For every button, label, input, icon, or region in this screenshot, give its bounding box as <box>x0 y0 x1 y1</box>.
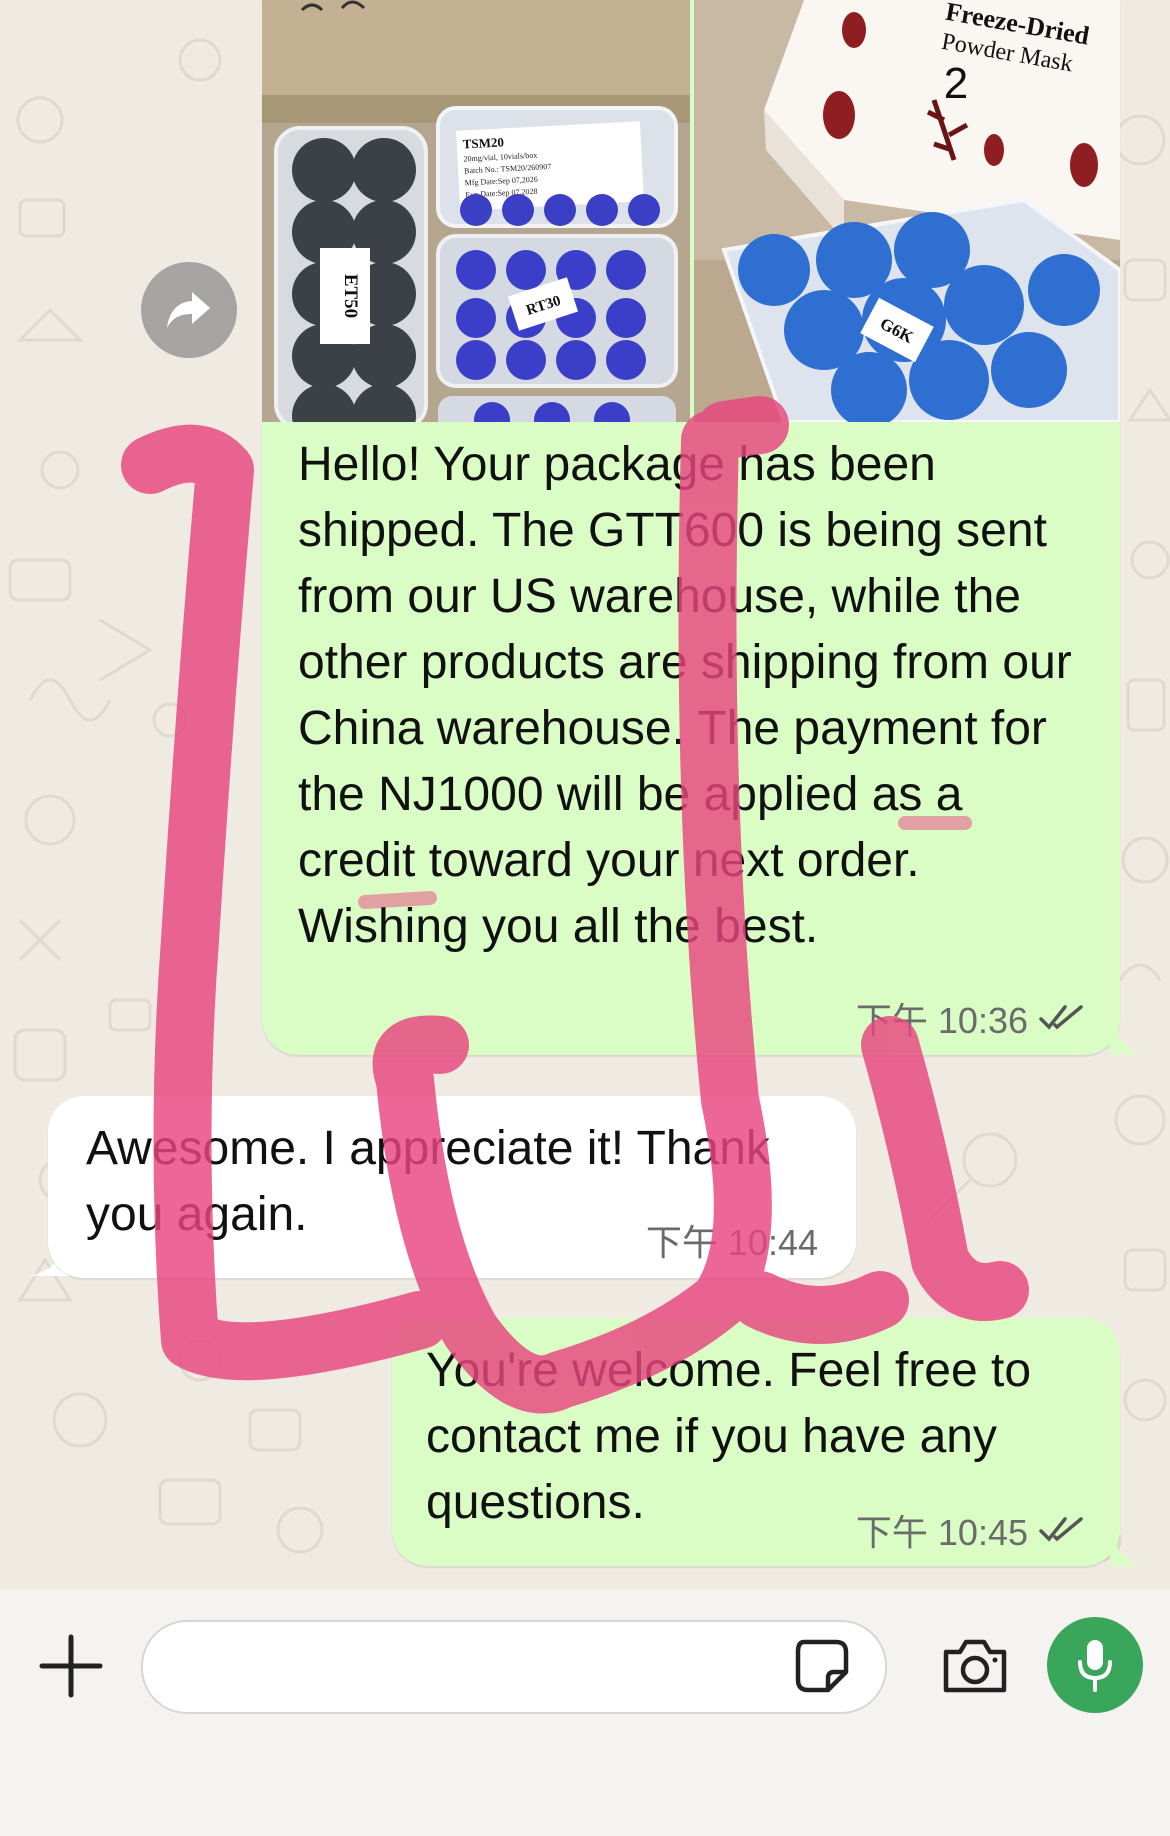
forward-button[interactable] <box>141 262 237 358</box>
box-number: 2 <box>944 59 968 108</box>
tray-label-et50: ET50 <box>340 274 361 318</box>
photo-product-boxes-image: ET50 TSM20 20mg/vial, 10vials/box Batch … <box>262 0 690 422</box>
message-time: 下午 10:44 <box>645 1222 818 1263</box>
photo-freeze-dried-mask[interactable]: Freeze-Dried Powder Mask 2 G6K <box>694 0 1120 422</box>
bubble-tail-out <box>1110 1532 1144 1566</box>
bubble-tail-out <box>1110 1020 1144 1054</box>
double-check-icon <box>1039 1005 1083 1030</box>
forward-icon <box>167 292 210 328</box>
outgoing-message-with-photos[interactable]: ET50 TSM20 20mg/vial, 10vials/box Batch … <box>262 0 1120 1055</box>
photo-freeze-dried-mask-image: Freeze-Dried Powder Mask 2 G6K <box>694 0 1120 422</box>
message-meta: 下午 10:44 <box>646 1214 818 1266</box>
microphone-button[interactable] <box>1047 1617 1143 1713</box>
double-check-icon <box>1039 1517 1083 1542</box>
message-time: 下午 10:45 <box>855 1512 1028 1553</box>
message-input[interactable] <box>169 1622 793 1714</box>
message-meta: 下午 10:45 <box>856 1504 1084 1556</box>
sticker-icon[interactable] <box>794 1638 850 1694</box>
outgoing-message-reply[interactable]: You're welcome. Feel free to contact me … <box>392 1318 1120 1566</box>
chat-area[interactable]: ET50 TSM20 20mg/vial, 10vials/box Batch … <box>0 0 1170 1600</box>
message-input-field[interactable] <box>141 1620 887 1714</box>
microphone-icon <box>1078 1640 1112 1692</box>
camera-icon[interactable] <box>940 1636 1010 1696</box>
incoming-message[interactable]: Awesome. I appreciate it! Thank you agai… <box>48 1096 856 1278</box>
message-meta: 下午 10:36 <box>844 996 1084 1041</box>
plus-icon[interactable] <box>38 1633 104 1699</box>
message-time: 下午 10:36 <box>855 1000 1028 1041</box>
message-text: Hello! Your package has been shipped. Th… <box>298 438 1072 953</box>
box-label-tsm20: TSM20 <box>462 134 504 151</box>
photo-grid: ET50 TSM20 20mg/vial, 10vials/box Batch … <box>262 0 1120 422</box>
photo-product-boxes[interactable]: ET50 TSM20 20mg/vial, 10vials/box Batch … <box>262 0 690 422</box>
